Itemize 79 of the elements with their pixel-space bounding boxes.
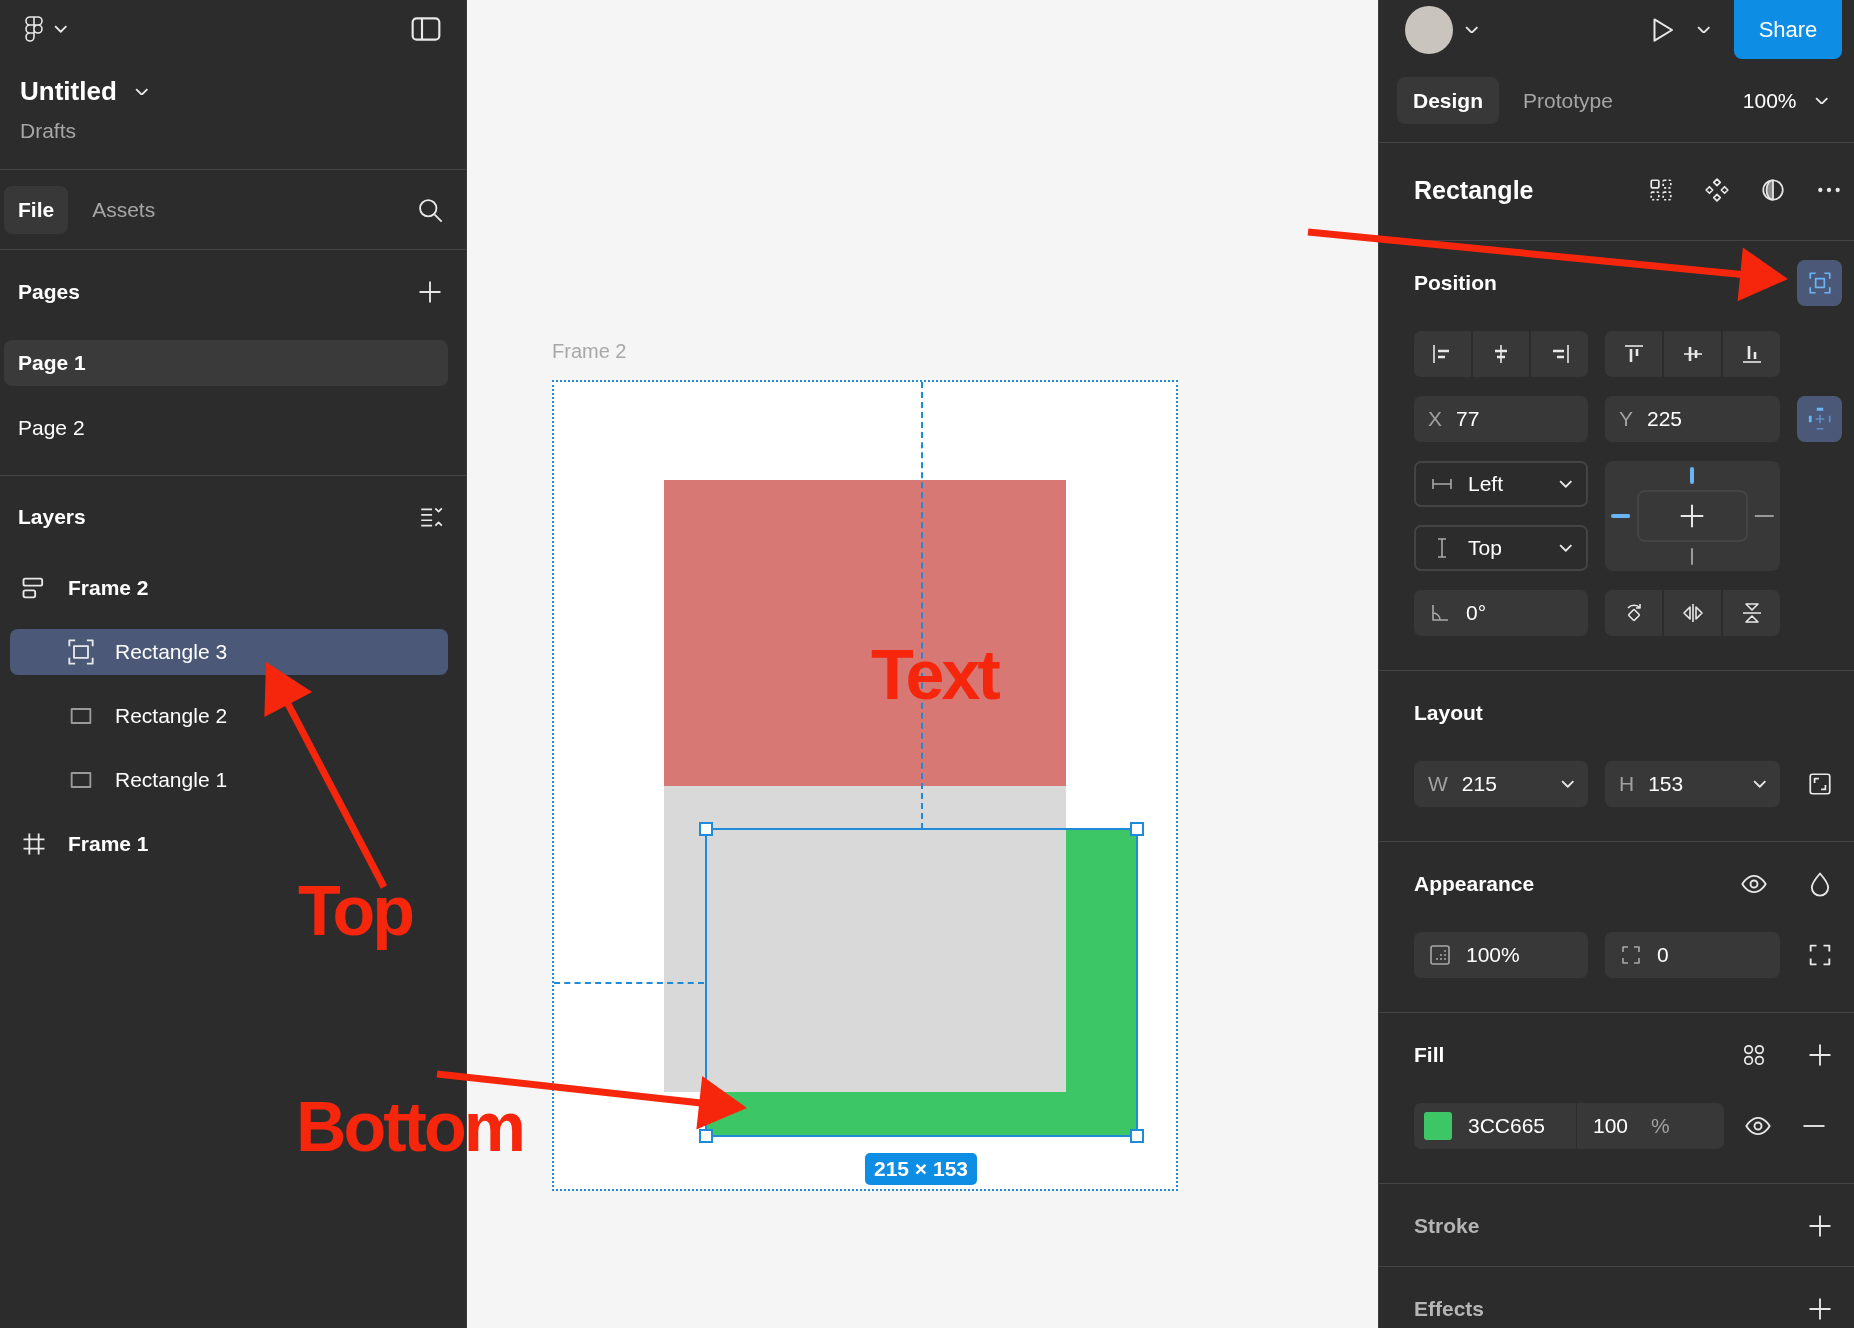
annotation-text: Text bbox=[871, 640, 998, 710]
rotation-input[interactable]: 0° bbox=[1414, 590, 1588, 636]
chevron-down-icon[interactable] bbox=[54, 25, 68, 33]
chevron-down-icon bbox=[1558, 480, 1572, 488]
chevron-down-icon bbox=[1558, 544, 1572, 552]
share-button[interactable]: Share bbox=[1734, 0, 1842, 59]
vertical-constraint-dropdown[interactable]: Top bbox=[1414, 525, 1588, 571]
chevron-down-icon[interactable] bbox=[1465, 25, 1479, 34]
resize-handle[interactable] bbox=[699, 822, 713, 836]
frame-corners-icon bbox=[1806, 270, 1833, 296]
component-icon[interactable] bbox=[1704, 177, 1730, 203]
percent-label: % bbox=[1651, 1114, 1670, 1138]
frame-corners-button[interactable] bbox=[1797, 260, 1842, 306]
hex-value[interactable]: 3CC665 bbox=[1468, 1114, 1576, 1138]
mask-icon[interactable] bbox=[1760, 177, 1786, 203]
tab[interactable]: Assets bbox=[78, 185, 170, 234]
resize-to-fit-icon[interactable] bbox=[1806, 771, 1833, 797]
x-input[interactable]: X 77 bbox=[1414, 396, 1588, 442]
section-title: Fill bbox=[1414, 1043, 1445, 1067]
constraint-bar[interactable] bbox=[1690, 467, 1694, 484]
chevron-down-icon bbox=[1752, 780, 1766, 788]
tab[interactable]: Design bbox=[1397, 77, 1499, 124]
flip-horizontal-icon bbox=[1680, 601, 1705, 625]
chevron-down-icon[interactable] bbox=[1696, 25, 1710, 34]
resize-handle[interactable] bbox=[1130, 1129, 1144, 1143]
section-title: Layers bbox=[18, 505, 86, 529]
section-title: Pages bbox=[18, 280, 80, 304]
align-top-button[interactable] bbox=[1605, 331, 1662, 377]
constraint-bar[interactable] bbox=[1611, 514, 1631, 518]
align-left-button[interactable] bbox=[1414, 331, 1471, 377]
rotate-button[interactable] bbox=[1605, 590, 1662, 636]
width-input[interactable]: W 215 bbox=[1414, 761, 1588, 807]
y-input[interactable]: Y 225 bbox=[1605, 396, 1780, 442]
zoom-dropdown[interactable]: 100% bbox=[1742, 88, 1828, 113]
tab[interactable]: Prototype bbox=[1507, 77, 1629, 124]
constraints-button[interactable] bbox=[1797, 396, 1842, 442]
page-item[interactable]: Page 2 bbox=[4, 405, 448, 451]
layer-row[interactable]: Frame 1 bbox=[10, 821, 448, 867]
selected-rectangle[interactable] bbox=[699, 822, 1144, 1143]
selection-title: Rectangle bbox=[1414, 175, 1534, 205]
horizontal-constraint-dropdown[interactable]: Left bbox=[1414, 461, 1588, 507]
logo-icon[interactable] bbox=[22, 15, 46, 43]
height-input[interactable]: H 153 bbox=[1605, 761, 1780, 807]
layer-row[interactable]: Rectangle 2 bbox=[10, 693, 448, 739]
file-location[interactable]: Drafts bbox=[20, 119, 446, 143]
tab[interactable]: File bbox=[4, 185, 69, 234]
section-title: Appearance bbox=[1414, 872, 1535, 896]
section-title: Position bbox=[1414, 271, 1497, 295]
file-title[interactable]: Untitled bbox=[20, 76, 117, 107]
resize-handle[interactable] bbox=[1130, 822, 1144, 836]
fill-input[interactable]: 3CC665 100 % bbox=[1414, 1103, 1724, 1149]
rectangle-icon bbox=[67, 638, 95, 666]
opacity-value[interactable]: 100 bbox=[1593, 1114, 1649, 1138]
page-item[interactable]: Page 1 bbox=[4, 340, 448, 386]
section-title: Layout bbox=[1414, 701, 1483, 725]
section-title: Stroke bbox=[1414, 1214, 1480, 1238]
color-swatch[interactable] bbox=[1424, 1112, 1452, 1140]
chevron-down-icon bbox=[1560, 780, 1574, 788]
align-center-button[interactable] bbox=[1472, 331, 1530, 377]
align-middle-button[interactable] bbox=[1664, 331, 1721, 377]
layer-row[interactable]: Frame 2 bbox=[10, 565, 448, 611]
chevron-down-icon bbox=[1814, 96, 1828, 105]
resize-handle[interactable] bbox=[699, 1129, 713, 1143]
corner-radius-input[interactable]: 0 bbox=[1605, 932, 1780, 978]
layer-row[interactable]: Rectangle 3 bbox=[10, 629, 448, 675]
size-badge: 215 × 153 bbox=[865, 1153, 977, 1185]
constraints-icon bbox=[1806, 406, 1833, 432]
layer-row[interactable]: Rectangle 1 bbox=[10, 757, 448, 803]
align-right-button[interactable] bbox=[1531, 331, 1588, 377]
flip-vertical-button[interactable] bbox=[1723, 590, 1780, 636]
align-bottom-button[interactable] bbox=[1723, 331, 1780, 377]
dashed-grid-icon[interactable] bbox=[1648, 177, 1674, 203]
opacity-input[interactable]: 100% bbox=[1414, 932, 1588, 978]
corner-radius-icon bbox=[1619, 943, 1643, 967]
opacity-icon bbox=[1428, 943, 1452, 967]
chevron-down-icon[interactable] bbox=[134, 87, 149, 96]
section-title: Effects bbox=[1414, 1297, 1485, 1321]
avatar[interactable] bbox=[1405, 5, 1453, 54]
flip-horizontal-button[interactable] bbox=[1664, 590, 1721, 636]
